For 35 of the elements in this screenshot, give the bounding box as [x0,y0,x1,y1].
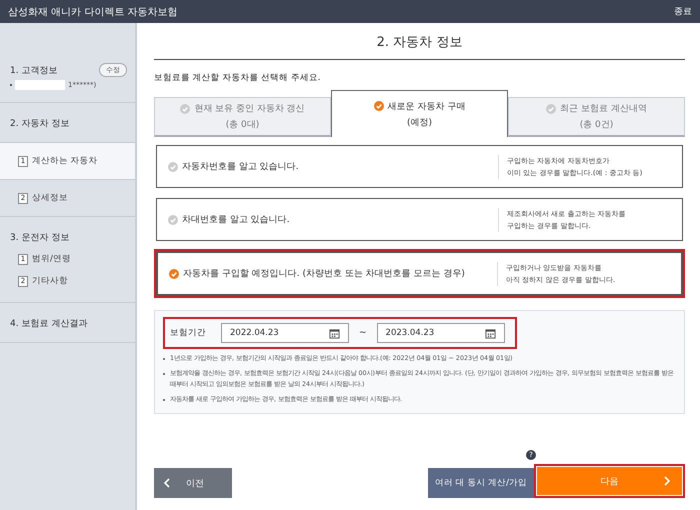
chevron-right-icon [664,476,670,486]
range-separator: ~ [359,328,367,338]
date-field[interactable]: 2022.04.23 [221,323,349,343]
app-title: 삼성화재 애니카 다이렉트 자동차보험 [8,6,178,18]
sidebar-section-title[interactable]: 4. 보험료 계산결과 [10,317,88,330]
instruction-text: 보험료를 계산할 자동차를 선택해 주세요. [154,72,322,84]
period-label: 보험기간 [170,327,207,339]
check-icon [168,214,178,224]
check-icon [374,101,384,111]
sidebar-item-label: 기타사항 [32,275,68,287]
option-label: 자동차번호를 알고 있습니다. [182,161,299,173]
sidebar-section-title[interactable]: 1. 고객정보 [10,64,58,76]
sidebar-item-label: 범위/연령 [32,253,71,265]
close-button[interactable]: 종료 [674,5,692,18]
option-label: 차대번호를 알고 있습니다. [182,214,290,226]
page-title: 2. 자동차 정보 [154,31,685,60]
check-icon [168,162,178,172]
check-icon [180,104,190,114]
sidebar-item-label: 상세정보 [32,192,68,204]
sidebar-section-title[interactable]: 3. 운전자 정보 [10,231,70,244]
tab[interactable]: 현재 보유 중인 자동차 갱신 (총 0대) [154,97,331,137]
option-label: 자동차를 구입할 예정입니다. (차량번호 또는 차대번호를 모르는 경우) [183,268,465,280]
calendar-icon [484,328,496,338]
date-field[interactable]: 2023.04.23 [376,323,505,343]
calendar-icon [329,328,340,338]
sidebar-section-title[interactable]: 2. 자동차 정보 [10,117,70,130]
sidebar-item-label: 계산하는 자동차 [32,155,98,167]
check-icon [546,104,556,114]
redacted-block [15,80,65,90]
multi-car-button[interactable]: 여러 대 동시 계산/가입 [428,468,534,498]
previous-button[interactable]: 이전 [154,468,232,498]
tab[interactable]: 새로운 자동차 구매 (예정) [331,90,508,137]
check-icon [169,268,179,278]
tab[interactable]: 최근 보험료 계산내역 (총 0건) [508,97,685,137]
chevron-left-icon [164,478,170,488]
